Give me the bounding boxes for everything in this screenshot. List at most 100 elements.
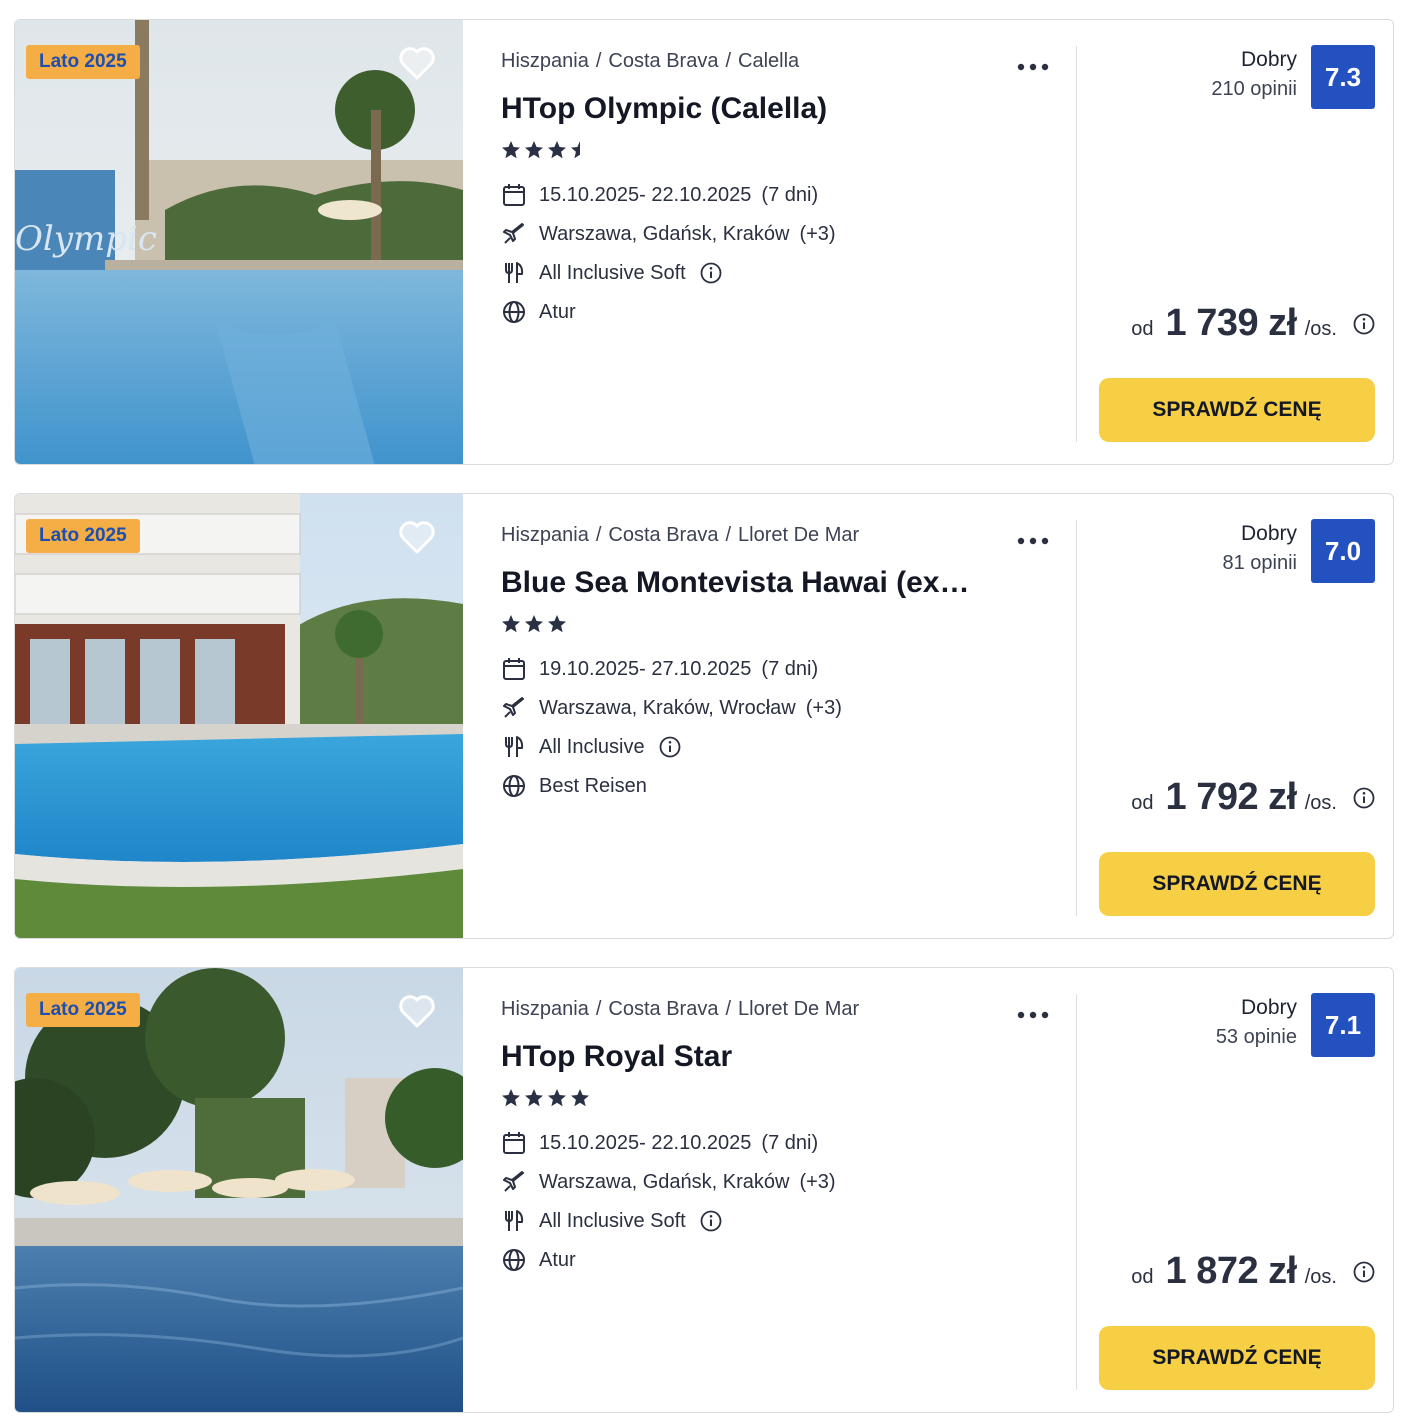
- price-unit: /os.: [1304, 318, 1337, 340]
- breadcrumb-country[interactable]: Hiszpania: [501, 998, 589, 1020]
- trip-duration: (7 dni): [761, 183, 819, 206]
- more-departures[interactable]: (+3): [799, 223, 835, 246]
- cutlery-icon: [501, 734, 527, 760]
- price-value: 1 872 zł: [1165, 1250, 1298, 1292]
- calendar-icon: [501, 1130, 527, 1156]
- breadcrumb: Hiszpania / Costa Brava / Calella: [501, 50, 800, 72]
- check-price-button[interactable]: SPRAWDŹ CENĘ: [1099, 1326, 1375, 1390]
- heart-icon[interactable]: [398, 993, 436, 1029]
- season-badge: Lato 2025: [26, 45, 140, 79]
- half-star-icon: [571, 141, 580, 159]
- price-unit: /os.: [1304, 792, 1337, 814]
- board-row: All Inclusive Soft: [501, 1206, 722, 1236]
- globe-icon: [501, 773, 527, 799]
- star-icon: [502, 1089, 520, 1107]
- offer-card[interactable]: Lato 2025 Hiszpania / Costa Brava / Lloret D…: [14, 967, 1394, 1413]
- hotel-name[interactable]: HTop Royal Star: [501, 1040, 981, 1074]
- review-count[interactable]: 81 opinii: [1222, 552, 1297, 575]
- offer-card[interactable]: Lato 2025 Hiszpania / Costa Brava / Lloret D…: [14, 493, 1394, 939]
- offer-details: Hiszpania / Costa Brava / Lloret De Mar HTop…: [501, 968, 1061, 1412]
- star-icon: [525, 1089, 543, 1107]
- heart-icon[interactable]: [398, 45, 436, 81]
- hotel-photo[interactable]: Lato 2025: [15, 494, 463, 938]
- more-departures[interactable]: (+3): [806, 697, 842, 720]
- check-price-button[interactable]: SPRAWDŹ CENĘ: [1099, 378, 1375, 442]
- review-count[interactable]: 53 opinie: [1216, 1026, 1297, 1049]
- star-icon: [548, 615, 566, 633]
- review-count[interactable]: 210 opinii: [1211, 78, 1297, 101]
- more-options-icon[interactable]: [1015, 1008, 1051, 1020]
- check-price-button[interactable]: SPRAWDŹ CENĘ: [1099, 852, 1375, 916]
- more-options-icon[interactable]: [1015, 60, 1051, 72]
- divider: [1076, 520, 1077, 916]
- heart-icon[interactable]: [398, 519, 436, 555]
- price-from: od: [1131, 1266, 1154, 1288]
- board-type: All Inclusive Soft: [539, 261, 686, 284]
- star-icon: [525, 141, 543, 159]
- plane-icon: [501, 221, 527, 247]
- info-icon[interactable]: [700, 262, 722, 284]
- divider: [1076, 46, 1077, 442]
- star-rating: [501, 614, 570, 634]
- price-unit: /os.: [1304, 1266, 1337, 1288]
- operator-row: Best Reisen: [501, 771, 647, 801]
- breadcrumb-city[interactable]: Lloret De Mar: [738, 524, 859, 546]
- star-icon: [525, 615, 543, 633]
- breadcrumb-city[interactable]: Calella: [738, 50, 799, 72]
- info-icon[interactable]: [1353, 313, 1375, 335]
- hotel-photo[interactable]: Olympic Lato 2025: [15, 20, 463, 464]
- rating-label: Dobry: [1240, 48, 1297, 71]
- tour-operator: Atur: [539, 300, 576, 323]
- departure-cities: Warszawa, Kraków, Wrocław: [539, 696, 796, 719]
- price: od 1 872 zł /os.: [1131, 1250, 1375, 1293]
- breadcrumb: Hiszpania / Costa Brava / Lloret De Mar: [501, 524, 860, 546]
- board-type: All Inclusive: [539, 735, 645, 758]
- tour-operator: Atur: [539, 1248, 576, 1271]
- hotel-name[interactable]: Blue Sea Montevista Hawai (ex…: [501, 566, 981, 600]
- price-value: 1 739 zł: [1165, 302, 1298, 344]
- board-row: All Inclusive: [501, 732, 681, 762]
- breadcrumb-region[interactable]: Costa Brava: [608, 50, 718, 72]
- star-icon: [548, 141, 566, 159]
- breadcrumb-country[interactable]: Hiszpania: [501, 50, 589, 72]
- info-icon[interactable]: [1353, 787, 1375, 809]
- travel-dates: 15.10.2025- 22.10.2025: [539, 183, 752, 206]
- calendar-icon: [501, 182, 527, 208]
- price-value: 1 792 zł: [1165, 776, 1298, 818]
- breadcrumb-region[interactable]: Costa Brava: [608, 998, 718, 1020]
- offer-card[interactable]: Olympic Lato 2025 Hiszpania / Costa Brava /…: [14, 19, 1394, 465]
- score-badge: 7.0: [1311, 519, 1375, 583]
- breadcrumb-region[interactable]: Costa Brava: [608, 524, 718, 546]
- svg-text:Olympic: Olympic: [15, 219, 157, 259]
- trip-duration: (7 dni): [761, 657, 819, 680]
- star-icon: [502, 141, 520, 159]
- breadcrumb-city[interactable]: Lloret De Mar: [738, 998, 859, 1020]
- departures-row: Warszawa, Gdańsk, Kraków (+3): [501, 219, 836, 249]
- calendar-icon: [501, 656, 527, 682]
- info-icon[interactable]: [1353, 1261, 1375, 1283]
- score-badge: 7.3: [1311, 45, 1375, 109]
- breadcrumb-country[interactable]: Hiszpania: [501, 524, 589, 546]
- departures-row: Warszawa, Gdańsk, Kraków (+3): [501, 1167, 836, 1197]
- price-from: od: [1131, 792, 1154, 814]
- board-type: All Inclusive Soft: [539, 1209, 686, 1232]
- hotel-photo[interactable]: Lato 2025: [15, 968, 463, 1412]
- more-departures[interactable]: (+3): [799, 1171, 835, 1194]
- score-badge: 7.1: [1311, 993, 1375, 1057]
- departure-cities: Warszawa, Gdańsk, Kraków: [539, 1170, 790, 1193]
- info-icon[interactable]: [700, 1210, 722, 1232]
- travel-dates: 15.10.2025- 22.10.2025: [539, 1131, 752, 1154]
- plane-icon: [501, 1169, 527, 1195]
- star-icon: [502, 615, 520, 633]
- board-row: All Inclusive Soft: [501, 258, 722, 288]
- offer-details: Hiszpania / Costa Brava / Calella HTop Olymp…: [501, 20, 1061, 464]
- star-rating: [501, 140, 593, 160]
- info-icon[interactable]: [659, 736, 681, 758]
- operator-row: Atur: [501, 1245, 576, 1275]
- rating-label: Dobry: [1240, 522, 1297, 545]
- hotel-name[interactable]: HTop Olympic (Calella): [501, 92, 981, 126]
- price: od 1 792 zł /os.: [1131, 776, 1375, 819]
- more-options-icon[interactable]: [1015, 534, 1051, 546]
- star-icon: [548, 1089, 566, 1107]
- divider: [1076, 994, 1077, 1390]
